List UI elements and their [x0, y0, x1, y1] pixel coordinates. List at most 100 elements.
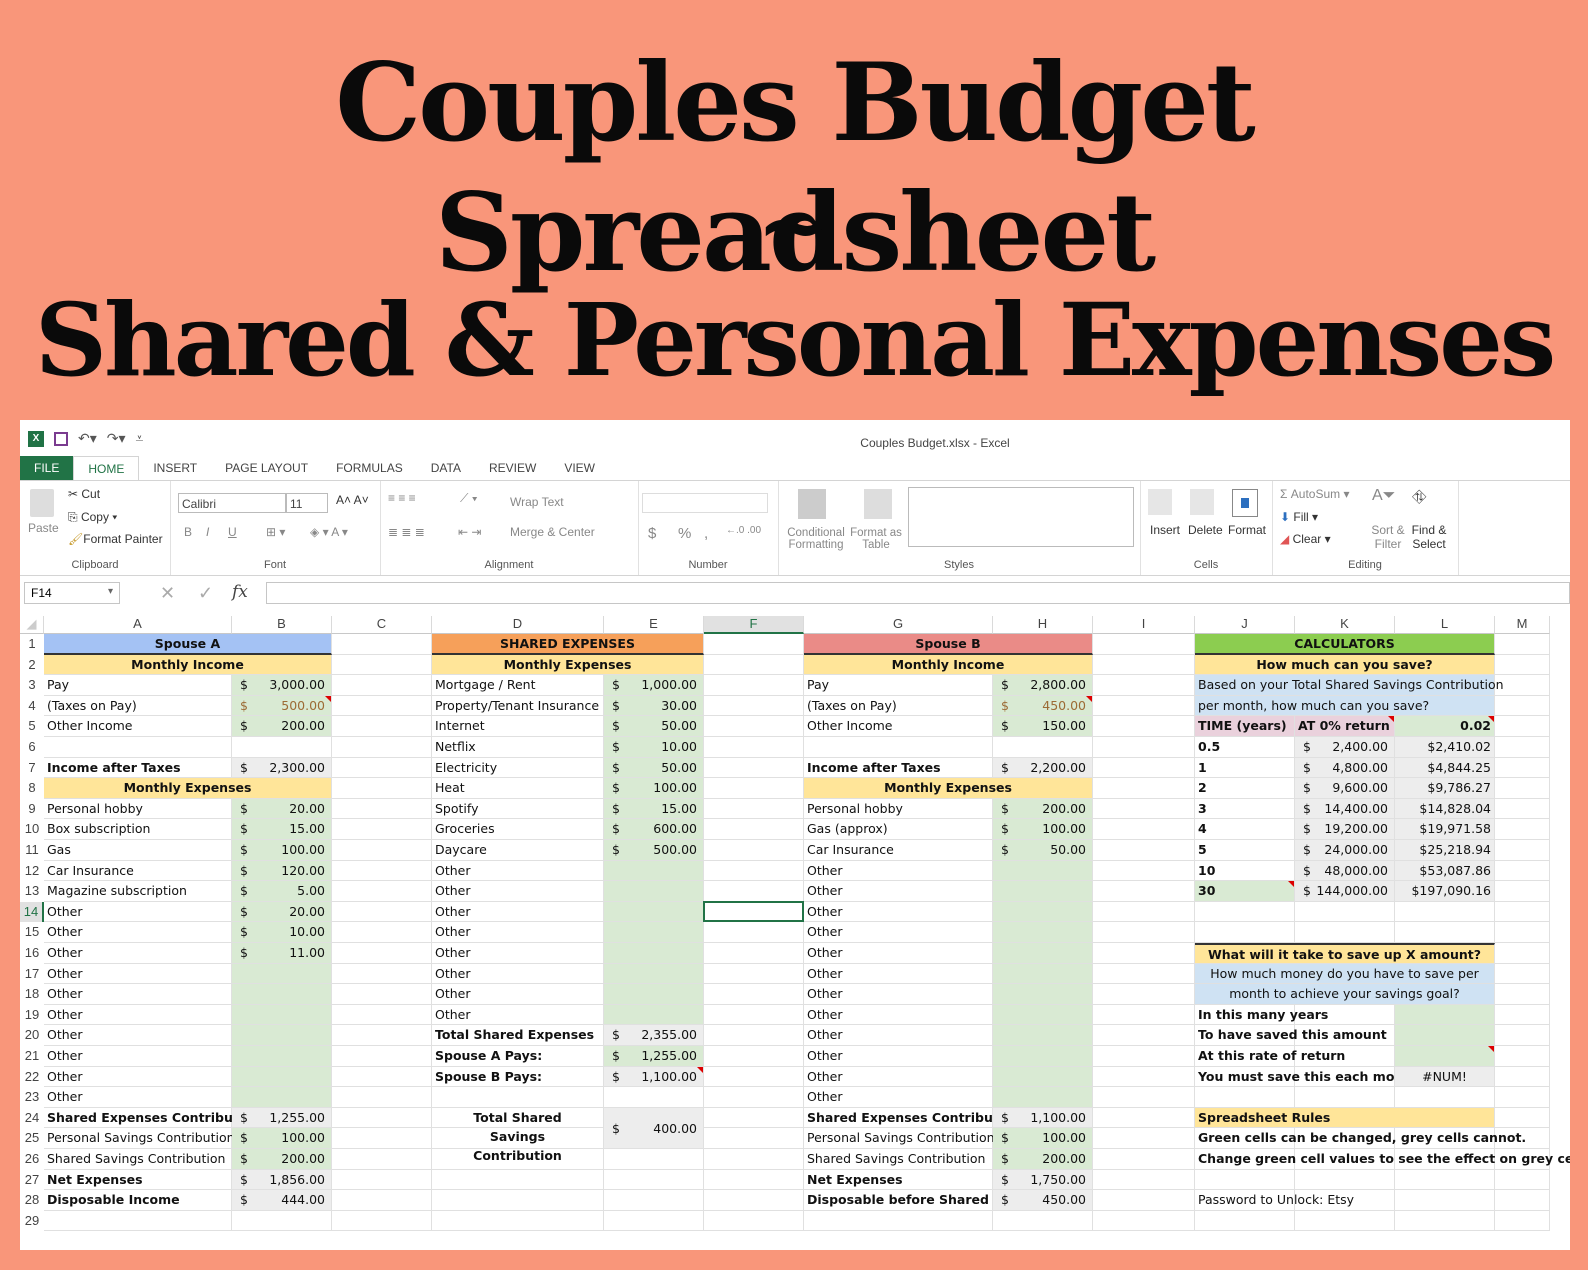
spouse-a-expense-value[interactable]: $5.00: [232, 881, 332, 902]
tab-page-layout[interactable]: PAGE LAYOUT: [211, 456, 322, 480]
font-name-select[interactable]: Calibri: [178, 493, 286, 513]
insert-function-icon[interactable]: fx: [232, 582, 248, 602]
grid-cell[interactable]: [704, 984, 804, 1005]
spouse-a-summary-value[interactable]: $444.00: [232, 1190, 332, 1211]
row-header-12[interactable]: 12: [20, 861, 44, 882]
shared-expense-value[interactable]: [604, 860, 704, 882]
spouse-a-summary-value[interactable]: $100.00: [232, 1128, 332, 1149]
spouse-a-summary-value[interactable]: $200.00: [232, 1149, 332, 1170]
grid-cell[interactable]: [1495, 819, 1550, 840]
grid-cell[interactable]: [1495, 1169, 1550, 1191]
bold-button[interactable]: B: [184, 525, 192, 539]
insert-button[interactable]: Insert: [1150, 523, 1180, 537]
grid-cell[interactable]: [1093, 778, 1195, 799]
spouse-a-expense-value[interactable]: [232, 963, 332, 985]
grid-cell[interactable]: [704, 634, 804, 655]
grid-cell[interactable]: [1495, 716, 1550, 737]
font-size-select[interactable]: 11: [286, 493, 328, 513]
grid-cell[interactable]: [704, 963, 804, 985]
grid-cell[interactable]: [332, 819, 432, 840]
spouse-a-expense-value[interactable]: [232, 1087, 332, 1108]
grid-cell[interactable]: [332, 1149, 432, 1170]
column-header-f[interactable]: F: [704, 616, 804, 634]
spouse-a-expense-value[interactable]: [232, 1066, 332, 1088]
grid-cell[interactable]: [704, 1169, 804, 1191]
grid-cell[interactable]: [1495, 778, 1550, 799]
grid-cell[interactable]: [1093, 654, 1195, 676]
grid-cell[interactable]: [1495, 840, 1550, 861]
shared-expense-value[interactable]: $50.00: [604, 716, 704, 737]
grid-cell[interactable]: [1093, 963, 1195, 985]
zero-return-value[interactable]: $14,400.00: [1295, 798, 1395, 820]
spouse-a-after-tax-value[interactable]: $2,300.00: [232, 757, 332, 779]
copy-button[interactable]: ⎘ Copy ▾: [68, 510, 117, 525]
spouse-b-after-tax-value[interactable]: $2,200.00: [993, 757, 1093, 779]
grid-cell[interactable]: [704, 1046, 804, 1067]
grid-cell[interactable]: [1195, 922, 1295, 943]
grid-cell[interactable]: [1495, 860, 1550, 882]
grid-cell[interactable]: [1093, 695, 1195, 717]
grid-cell[interactable]: [704, 819, 804, 840]
spouse-b-expense-value[interactable]: [993, 901, 1093, 923]
grid-cell[interactable]: [1395, 1087, 1495, 1108]
row-header-20[interactable]: 20: [20, 1025, 44, 1046]
column-header-m[interactable]: M: [1495, 616, 1550, 634]
grid-cell[interactable]: [704, 778, 804, 799]
spouse-a-expense-value[interactable]: [232, 1004, 332, 1026]
tab-data[interactable]: DATA: [417, 456, 475, 480]
zero-return-value[interactable]: $24,000.00: [1295, 840, 1395, 861]
grid-cell[interactable]: [1395, 901, 1495, 923]
spouse-a-income-value[interactable]: $500.00: [232, 695, 332, 717]
grid-cell[interactable]: [332, 840, 432, 861]
row-header-6[interactable]: 6: [20, 737, 44, 758]
grid-cell[interactable]: [1495, 1004, 1550, 1026]
column-header-d[interactable]: D: [432, 616, 604, 634]
grid-cell[interactable]: [332, 881, 432, 902]
column-header-e[interactable]: E: [604, 616, 704, 634]
formula-input[interactable]: [266, 582, 1570, 604]
grid-cell[interactable]: [704, 737, 804, 758]
find-select-button[interactable]: Find & Select: [1408, 523, 1450, 551]
grid-cell[interactable]: [1295, 1087, 1395, 1108]
grid-cell[interactable]: [1195, 1210, 1295, 1232]
sort-filter-button[interactable]: Sort & Filter: [1368, 523, 1408, 551]
column-header-j[interactable]: J: [1195, 616, 1295, 634]
spouse-b-expense-value[interactable]: $200.00: [993, 798, 1093, 820]
row-header-8[interactable]: 8: [20, 778, 44, 799]
grid-cell[interactable]: [993, 737, 1093, 758]
row-header-21[interactable]: 21: [20, 1046, 44, 1067]
row-header-13[interactable]: 13: [20, 881, 44, 902]
grid-cell[interactable]: [1093, 840, 1195, 861]
spouse-b-summary-value[interactable]: $200.00: [993, 1149, 1093, 1170]
goal-row-value[interactable]: [1395, 1004, 1495, 1026]
spouse-b-income-value[interactable]: $2,800.00: [993, 675, 1093, 696]
spouse-b-expense-value[interactable]: [993, 922, 1093, 943]
shared-expense-value[interactable]: $500.00: [604, 840, 704, 861]
grid-cell[interactable]: [704, 1128, 804, 1149]
row-header-9[interactable]: 9: [20, 799, 44, 820]
tab-home[interactable]: HOME: [73, 456, 140, 480]
grid-cell[interactable]: [1495, 922, 1550, 943]
grid-cell[interactable]: [332, 1169, 432, 1191]
cancel-icon[interactable]: ✕: [160, 583, 175, 604]
align-top-icon[interactable]: ≡ ≡ ≡: [388, 491, 416, 505]
grid-cell[interactable]: [704, 1087, 804, 1108]
merge-center-button[interactable]: Merge & Center: [510, 525, 595, 539]
grid-cell[interactable]: [332, 798, 432, 820]
grid-cell[interactable]: [1093, 1190, 1195, 1211]
spouse-b-expense-value[interactable]: [993, 1004, 1093, 1026]
grid-cell[interactable]: [704, 798, 804, 820]
shared-expense-value[interactable]: $100.00: [604, 778, 704, 799]
grid-cell[interactable]: [1093, 1210, 1195, 1232]
zero-return-value[interactable]: $48,000.00: [1295, 860, 1395, 882]
orientation-icon[interactable]: ⟋ ▾: [460, 491, 478, 506]
paste-icon[interactable]: [30, 489, 54, 517]
grid-cell[interactable]: [704, 860, 804, 882]
spouse-b-expense-value[interactable]: [993, 963, 1093, 985]
shared-expense-value[interactable]: $30.00: [604, 695, 704, 717]
spouse-a-expense-value[interactable]: $10.00: [232, 922, 332, 943]
fill-color-icon[interactable]: ◈ ▾ A ▾: [310, 525, 348, 539]
grid-cell[interactable]: [1395, 1169, 1495, 1191]
years-cell[interactable]: 30: [1195, 881, 1295, 902]
grid-cell[interactable]: [332, 634, 432, 655]
